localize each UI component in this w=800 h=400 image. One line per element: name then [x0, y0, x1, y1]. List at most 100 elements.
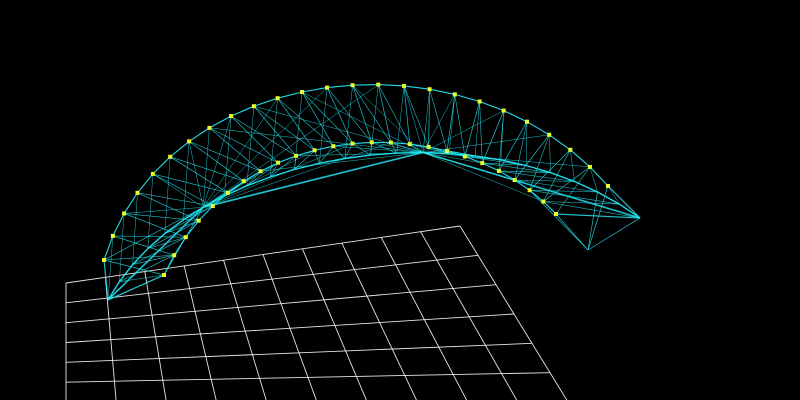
vertex-point[interactable] — [606, 184, 610, 188]
vertex-point[interactable] — [527, 188, 532, 193]
mesh-diagonal[interactable] — [525, 121, 528, 166]
vertex-point[interactable] — [294, 153, 299, 158]
mesh-diagonal[interactable] — [548, 134, 551, 173]
vertex-point[interactable] — [525, 119, 529, 124]
vertex-point[interactable] — [258, 169, 263, 174]
vertex-point[interactable] — [496, 168, 501, 173]
mesh-diagonal[interactable] — [543, 149, 571, 202]
mesh-rib[interactable] — [446, 94, 456, 152]
mesh-fan-edge[interactable] — [422, 134, 550, 153]
vertex-point[interactable] — [110, 233, 115, 238]
mesh-diagonal[interactable] — [253, 105, 315, 151]
vertex-points[interactable] — [102, 82, 610, 277]
mesh-rib[interactable] — [188, 141, 245, 182]
mesh-end-cap[interactable] — [587, 217, 641, 251]
mesh-edge-inner[interactable] — [163, 141, 557, 276]
vertex-point[interactable] — [402, 83, 406, 88]
vertex-point[interactable] — [312, 148, 317, 153]
mesh-rib[interactable] — [164, 205, 213, 234]
mesh-fan-edge[interactable] — [203, 162, 279, 208]
vertex-point[interactable] — [183, 235, 188, 240]
mesh-end-cap[interactable] — [587, 191, 598, 251]
vertex-point[interactable] — [427, 87, 432, 92]
vertex-point[interactable] — [426, 144, 431, 149]
vertex-point[interactable] — [122, 211, 127, 216]
mesh-fan-edge[interactable] — [152, 173, 204, 208]
mesh-diagonal[interactable] — [132, 192, 138, 265]
vertex-point[interactable] — [300, 90, 305, 94]
mesh-diagonal[interactable] — [119, 213, 125, 282]
vertex-point[interactable] — [229, 114, 234, 119]
vertex-point[interactable] — [547, 132, 552, 137]
mesh-fan-edge[interactable] — [203, 87, 328, 208]
mesh-diagonal[interactable] — [183, 141, 190, 220]
vertex-point[interactable] — [210, 204, 215, 208]
mesh-diagonal[interactable] — [479, 101, 483, 164]
vertex-point[interactable] — [251, 104, 256, 109]
vertex-point[interactable] — [388, 140, 393, 145]
vertex-point[interactable] — [196, 218, 201, 223]
vertex-point[interactable] — [168, 154, 173, 159]
mesh-diagonal[interactable] — [224, 116, 232, 197]
mesh-rib[interactable] — [326, 87, 353, 144]
mesh-fan-edge[interactable] — [403, 85, 424, 153]
mesh-diagonal[interactable] — [429, 89, 448, 152]
scene-canvas[interactable] — [0, 0, 800, 400]
mesh-rib[interactable] — [137, 192, 199, 222]
mesh-diagonal[interactable] — [319, 87, 328, 164]
mesh-diagonal[interactable] — [164, 156, 171, 234]
vertex-point[interactable] — [369, 140, 374, 145]
mesh-diagonal[interactable] — [202, 127, 210, 208]
vertex-point[interactable] — [477, 99, 482, 104]
vertex-point[interactable] — [376, 82, 381, 87]
mesh-diagonal[interactable] — [246, 106, 255, 186]
3d-viewport[interactable] — [0, 0, 800, 400]
vertex-point[interactable] — [275, 96, 280, 101]
mesh-diagonal[interactable] — [107, 235, 114, 301]
vertex-point[interactable] — [135, 190, 140, 195]
vertex-point[interactable] — [445, 149, 449, 154]
mesh-diagonal[interactable] — [152, 173, 228, 194]
mesh-fan-edge[interactable] — [124, 207, 204, 214]
vertex-point[interactable] — [150, 171, 155, 176]
mesh-fan-edge[interactable] — [296, 152, 424, 157]
mesh-fan-edge[interactable] — [203, 142, 391, 208]
vertex-point[interactable] — [568, 147, 573, 152]
mesh-end-cap[interactable] — [587, 185, 609, 251]
vertex-point[interactable] — [587, 164, 592, 169]
mesh-fan-edge[interactable] — [203, 84, 379, 208]
vertex-point[interactable] — [407, 142, 412, 147]
vertex-point[interactable] — [512, 178, 517, 182]
mesh-diagonal[interactable] — [352, 85, 392, 143]
mesh-rib[interactable] — [514, 134, 550, 181]
vertex-point[interactable] — [554, 212, 558, 216]
vertex-point[interactable] — [172, 253, 177, 258]
vertex-point[interactable] — [241, 179, 246, 184]
mesh-diagonal[interactable] — [230, 115, 297, 157]
mesh-end-cap[interactable] — [103, 259, 109, 301]
vertex-point[interactable] — [452, 92, 457, 97]
mesh-fan-edge[interactable] — [203, 150, 315, 208]
vertex-point[interactable] — [480, 161, 485, 166]
vertex-point[interactable] — [276, 160, 281, 165]
mesh-diagonal[interactable] — [209, 127, 279, 163]
vertex-point[interactable] — [187, 139, 192, 144]
mesh-diagonal[interactable] — [464, 156, 527, 166]
vertex-point[interactable] — [350, 83, 355, 88]
vertex-point[interactable] — [331, 144, 336, 149]
vertex-point[interactable] — [541, 199, 546, 204]
mesh-rib[interactable] — [377, 84, 392, 143]
vertex-point[interactable] — [462, 154, 467, 159]
mesh-fan-edge[interactable] — [422, 152, 544, 202]
vertex-point[interactable] — [102, 258, 106, 262]
mesh-rib[interactable] — [147, 220, 199, 249]
mesh-rib[interactable] — [481, 110, 505, 164]
vertex-point[interactable] — [225, 190, 230, 195]
mesh-rib[interactable] — [253, 105, 297, 157]
vertex-point[interactable] — [162, 273, 166, 277]
vertex-point[interactable] — [207, 125, 212, 130]
vertex-point[interactable] — [325, 85, 330, 90]
mesh-rib[interactable] — [224, 170, 261, 197]
vertex-point[interactable] — [501, 108, 506, 113]
vertex-point[interactable] — [350, 141, 355, 146]
